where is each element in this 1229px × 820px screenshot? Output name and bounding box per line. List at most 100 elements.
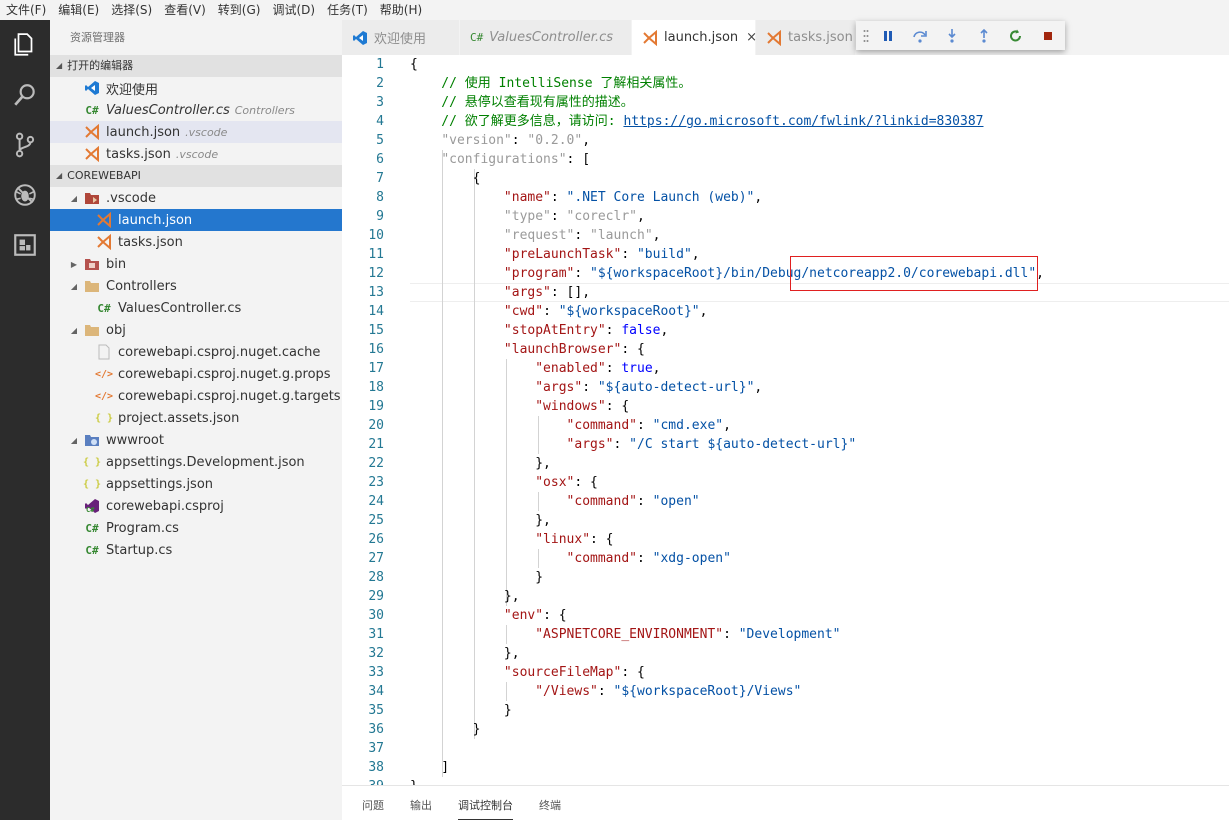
step-out-button[interactable] <box>968 21 1000 50</box>
code-line[interactable]: 17 "enabled": true, <box>342 359 1229 378</box>
tab-tasks-json[interactable]: tasks.json <box>756 20 856 55</box>
code-line[interactable]: 36 } <box>342 720 1229 739</box>
tab-debug-console[interactable]: 调试控制台 <box>458 786 513 820</box>
step-over-button[interactable] <box>904 21 936 50</box>
pause-button[interactable] <box>872 21 904 50</box>
tree-file-startup[interactable]: C# Startup.cs <box>50 539 342 561</box>
code-line[interactable]: 38 ] <box>342 758 1229 777</box>
vs-json-icon <box>642 29 658 46</box>
xml-file-icon: </> <box>94 390 114 402</box>
tree-file-nuget-targets[interactable]: </> corewebapi.csproj.nuget.g.targets <box>50 385 342 407</box>
code-line[interactable]: 8 "name": ".NET Core Launch (web)", <box>342 188 1229 207</box>
code-line[interactable]: 6 "configurations": [ <box>342 150 1229 169</box>
code-line[interactable]: 9 "type": "coreclr", <box>342 207 1229 226</box>
code-line[interactable]: 34 "/Views": "${workspaceRoot}/Views" <box>342 682 1229 701</box>
open-editor-tasks[interactable]: tasks.json .vscode <box>50 143 342 165</box>
code-token: ".NET Core Launch (web)" <box>566 190 755 205</box>
code-line[interactable]: 15 "stopAtEntry": false, <box>342 321 1229 340</box>
menu-view[interactable]: 查看(V) <box>158 0 212 20</box>
code-line[interactable]: 11 "preLaunchTask": "build", <box>342 245 1229 264</box>
code-line[interactable]: 35 } <box>342 701 1229 720</box>
code-line[interactable]: 19 "windows": { <box>342 397 1229 416</box>
tree-file-nuget-props[interactable]: </> corewebapi.csproj.nuget.g.props <box>50 363 342 385</box>
explorer-icon[interactable] <box>0 20 50 70</box>
tree-file-csproj[interactable]: C# corewebapi.csproj <box>50 495 342 517</box>
source-control-icon[interactable] <box>0 120 50 170</box>
tree-file-nuget-cache[interactable]: corewebapi.csproj.nuget.cache <box>50 341 342 363</box>
code-line[interactable]: 7 { <box>342 169 1229 188</box>
tree-label: corewebapi.csproj <box>106 498 224 514</box>
code-line[interactable]: 20 "command": "cmd.exe", <box>342 416 1229 435</box>
code-line[interactable]: 12 "program": "${workspaceRoot}/bin/Debu… <box>342 264 1229 283</box>
line-number: 8 <box>376 190 384 205</box>
project-header[interactable]: ◢ COREWEBAPI <box>50 165 342 187</box>
code-line[interactable]: 32 }, <box>342 644 1229 663</box>
tree-folder-bin[interactable]: ▶ bin <box>50 253 342 275</box>
open-editors-header[interactable]: ◢ 打开的编辑器 <box>50 55 342 77</box>
restart-button[interactable] <box>1000 21 1032 50</box>
code-line[interactable]: 26 "linux": { <box>342 530 1229 549</box>
code-line[interactable]: 30 "env": { <box>342 606 1229 625</box>
tree-file-appsettings[interactable]: { } appsettings.json <box>50 473 342 495</box>
menu-selection[interactable]: 选择(S) <box>105 0 158 20</box>
stop-button[interactable] <box>1032 21 1064 50</box>
code-line[interactable]: 28 } <box>342 568 1229 587</box>
open-editor-valuescontroller[interactable]: C# ValuesController.cs Controllers <box>50 99 342 121</box>
open-editor-welcome[interactable]: 欢迎使用 <box>50 77 342 99</box>
menu-debug[interactable]: 调试(D) <box>266 0 321 20</box>
code-line[interactable]: 18 "args": "${auto-detect-url}", <box>342 378 1229 397</box>
code-line[interactable]: 13 "args": [], <box>342 283 1229 302</box>
search-icon[interactable] <box>0 70 50 120</box>
code-line[interactable]: 31 "ASPNETCORE_ENVIRONMENT": "Developmen… <box>342 625 1229 644</box>
tab-problems[interactable]: 问题 <box>362 786 384 820</box>
menu-edit[interactable]: 编辑(E) <box>52 0 105 20</box>
line-number: 12 <box>368 266 384 281</box>
menu-goto[interactable]: 转到(G) <box>212 0 267 20</box>
chevron-down-icon: ◢ <box>70 325 78 335</box>
tree-folder-controllers[interactable]: ◢ Controllers <box>50 275 342 297</box>
code-line[interactable]: 1{ <box>342 55 1229 74</box>
tree-file-appsettings-dev[interactable]: { } appsettings.Development.json <box>50 451 342 473</box>
tree-file-valuescontroller[interactable]: C# ValuesController.cs <box>50 297 342 319</box>
code-line[interactable]: 16 "launchBrowser": { <box>342 340 1229 359</box>
code-line[interactable]: 21 "args": "/C start ${auto-detect-url}" <box>342 435 1229 454</box>
tab-output[interactable]: 输出 <box>410 786 432 820</box>
tree-file-program[interactable]: C# Program.cs <box>50 517 342 539</box>
tree-folder-wwwroot[interactable]: ◢ wwwroot <box>50 429 342 451</box>
tab-terminal[interactable]: 终端 <box>539 786 561 820</box>
open-editor-launch[interactable]: launch.json .vscode <box>50 121 342 143</box>
menu-tasks[interactable]: 任务(T) <box>321 0 374 20</box>
code-line[interactable]: 14 "cwd": "${workspaceRoot}", <box>342 302 1229 321</box>
code-line[interactable]: 5 "version": "0.2.0", <box>342 131 1229 150</box>
tree-file-launch-json[interactable]: launch.json <box>50 209 342 231</box>
code-line[interactable]: 24 "command": "open" <box>342 492 1229 511</box>
code-line[interactable]: 39} <box>342 777 1229 785</box>
step-into-button[interactable] <box>936 21 968 50</box>
drag-handle-icon[interactable] <box>860 21 872 50</box>
code-token[interactable]: https://go.microsoft.com/fwlink/?linkid=… <box>623 114 983 129</box>
code-editor[interactable]: 1{2 // 使用 IntelliSense 了解相关属性。 3 // 悬停以查看… <box>342 55 1229 785</box>
code-line[interactable]: 29 }, <box>342 587 1229 606</box>
code-line[interactable]: 4 // 欲了解更多信息，请访问: https://go.microsoft.c… <box>342 112 1229 131</box>
tree-file-project-assets[interactable]: { } project.assets.json <box>50 407 342 429</box>
code-line[interactable]: 23 "osx": { <box>342 473 1229 492</box>
tree-folder-obj[interactable]: ◢ obj <box>50 319 342 341</box>
code-line[interactable]: 33 "sourceFileMap": { <box>342 663 1229 682</box>
menu-help[interactable]: 帮助(H) <box>374 0 428 20</box>
extensions-icon[interactable] <box>0 220 50 270</box>
tree-folder-vscode[interactable]: ◢ .vscode <box>50 187 342 209</box>
code-line[interactable]: 25 }, <box>342 511 1229 530</box>
code-line[interactable]: 2 // 使用 IntelliSense 了解相关属性。 <box>342 74 1229 93</box>
tree-file-tasks-json[interactable]: tasks.json <box>50 231 342 253</box>
code-line[interactable]: 3 // 悬停以查看现有属性的描述。 <box>342 93 1229 112</box>
tab-valuescontroller[interactable]: C# ValuesController.cs <box>460 20 632 55</box>
debug-icon[interactable] <box>0 170 50 220</box>
code-line[interactable]: 22 }, <box>342 454 1229 473</box>
code-line[interactable]: 37 <box>342 739 1229 758</box>
menu-file[interactable]: 文件(F) <box>0 0 52 20</box>
tree-label: Startup.cs <box>106 542 173 558</box>
code-line[interactable]: 27 "command": "xdg-open" <box>342 549 1229 568</box>
code-line[interactable]: 10 "request": "launch", <box>342 226 1229 245</box>
tab-welcome[interactable]: 欢迎使用 <box>342 20 460 55</box>
tab-launch-json[interactable]: launch.json × <box>632 20 757 55</box>
